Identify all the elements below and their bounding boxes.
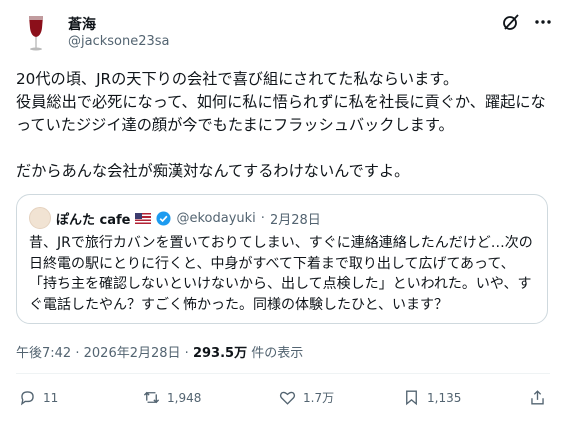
views-label: 件の表示 [251, 346, 304, 361]
quoted-author-name: ぽんた cafe [56, 212, 131, 228]
action-bar: 11 1,948 1.7万 1,135 [16, 388, 554, 412]
author-avatar[interactable] [16, 12, 56, 52]
tweet-date[interactable]: 2026年2月28日 [84, 346, 181, 361]
quoted-author-handle: @ekodayuki [176, 210, 256, 226]
tweet-meta: 午後7:42 · 2026年2月28日 · 293.5万 件の表示 [16, 342, 303, 361]
repost-count: 1,948 [167, 390, 202, 405]
heart-icon [279, 391, 296, 405]
separator-dot: · [260, 210, 265, 226]
separator-dot: · [184, 346, 189, 361]
quoted-tweet[interactable]: ぽんた cafe @ekodayuki · 2月28日 昔、JRで旅行カバンを置… [16, 194, 548, 324]
quoted-author-avatar [29, 207, 51, 229]
tweet-header: 蒼海 @jacksone23sa [16, 10, 554, 58]
bookmark-count: 1,135 [427, 390, 462, 405]
grok-icon[interactable] [500, 12, 522, 34]
like-button[interactable]: 1.7万 [278, 388, 334, 407]
author-name[interactable]: 蒼海 [68, 14, 96, 34]
quoted-tweet-text: 昔、JRで旅行カバンを置いておりてしまい、すぐに連絡連絡したんだけど…次の日終電… [29, 235, 533, 313]
wine-glass-icon [29, 16, 43, 51]
more-icon[interactable] [532, 12, 554, 34]
tweet-text: 20代の頃、JRの天下りの会社で喜び組にされてた私ならいます。 役員総出で必死に… [16, 70, 546, 180]
separator-dot: · [75, 346, 80, 361]
us-flag-icon [135, 212, 152, 224]
reply-count: 11 [43, 390, 59, 405]
share-button[interactable] [528, 388, 547, 407]
divider [16, 373, 550, 374]
author-handle[interactable]: @jacksone23sa [68, 34, 170, 49]
reply-icon [20, 391, 34, 406]
views-count[interactable]: 293.5万 [193, 346, 247, 361]
quoted-tweet-date: 2月28日 [269, 212, 321, 228]
quoted-tweet-header: ぽんた cafe @ekodayuki · 2月28日 [29, 207, 321, 229]
header-actions [500, 12, 554, 34]
verified-badge-icon [156, 210, 172, 226]
repost-button[interactable]: 1,948 [142, 388, 201, 407]
bookmark-icon [406, 390, 417, 406]
repost-icon [143, 391, 160, 404]
bookmark-button[interactable]: 1,135 [402, 388, 461, 407]
reply-button[interactable]: 11 [18, 388, 58, 407]
like-count: 1.7万 [303, 391, 335, 405]
share-icon [531, 390, 544, 405]
tweet-time[interactable]: 午後7:42 [16, 346, 71, 361]
